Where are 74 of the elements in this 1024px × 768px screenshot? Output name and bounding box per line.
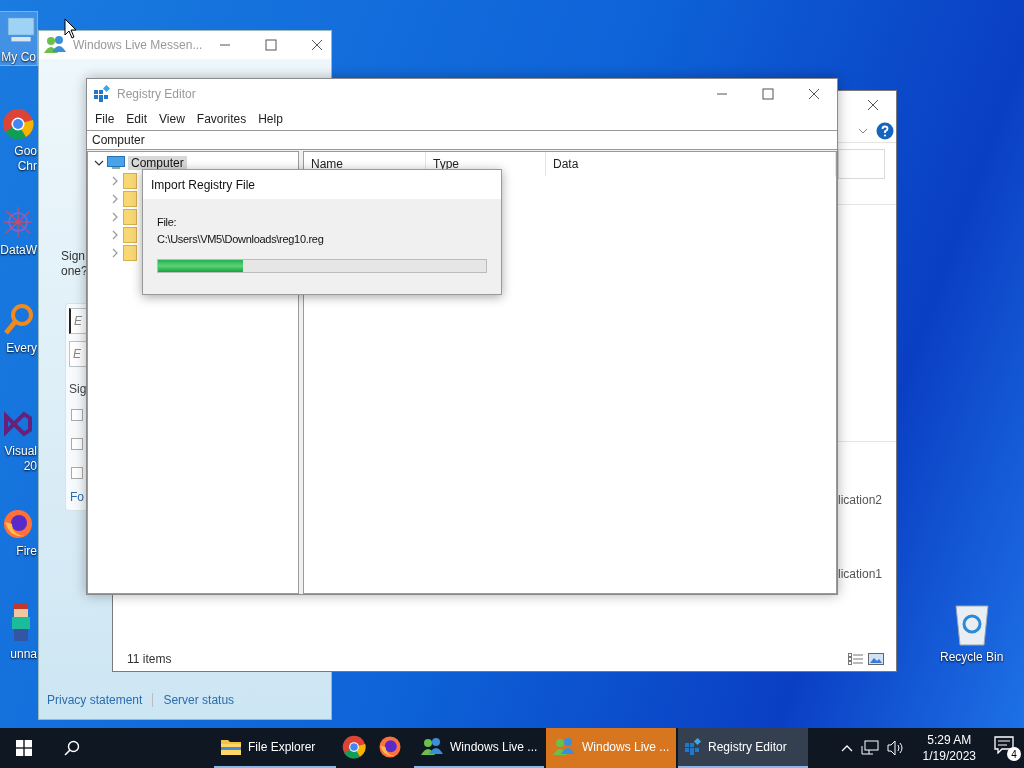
close-icon[interactable] xyxy=(808,88,820,100)
desktop-icon[interactable]: Goo Chr xyxy=(0,108,38,174)
menu-item[interactable]: Edit xyxy=(120,112,154,126)
windows-logo-icon[interactable] xyxy=(16,740,32,756)
network-icon[interactable] xyxy=(860,740,879,756)
checkbox[interactable] xyxy=(71,409,83,421)
folder-icon xyxy=(220,738,242,756)
file-label: File: xyxy=(157,215,178,230)
chevron-up-icon[interactable] xyxy=(840,744,853,752)
column-header[interactable]: Data xyxy=(546,152,836,176)
checkbox[interactable] xyxy=(71,467,83,479)
desktop-icon[interactable]: Visual 20 xyxy=(0,408,38,474)
registry-icon xyxy=(93,85,111,103)
item-count: 11 items xyxy=(127,652,172,666)
recycle-bin-icon[interactable] xyxy=(953,602,992,646)
computer-icon xyxy=(107,156,125,170)
network-icon xyxy=(2,205,34,239)
menu-item[interactable]: Favorites xyxy=(190,112,253,126)
maximize-icon[interactable] xyxy=(762,88,774,100)
desktop-icon[interactable]: Every xyxy=(0,303,38,356)
search-field[interactable] xyxy=(838,149,885,179)
icon-label: unna xyxy=(10,647,38,662)
desktop-icon[interactable]: DataW xyxy=(0,205,38,258)
search-icon[interactable] xyxy=(64,740,80,756)
maximize-icon[interactable] xyxy=(265,39,278,51)
icon-label: My Co xyxy=(0,50,37,65)
taskbar-button[interactable]: Registry Editor xyxy=(678,728,808,768)
dialog-title: Import Registry File xyxy=(151,177,256,192)
file-name[interactable]: lication2 xyxy=(838,493,896,507)
file-name[interactable]: lication1 xyxy=(838,567,896,581)
firefox-icon xyxy=(2,508,34,540)
details-view-icon[interactable] xyxy=(848,653,864,665)
registry-icon xyxy=(684,738,702,756)
window-title: Windows Live Messen... xyxy=(73,38,203,52)
computer-icon xyxy=(6,16,36,44)
privacy-link[interactable]: Privacy statement xyxy=(47,693,143,707)
menu-item[interactable]: Help xyxy=(252,112,289,126)
input-field[interactable]: E xyxy=(69,341,86,367)
magnifier-icon xyxy=(2,303,34,337)
sign-in-prompt: Sign one? xyxy=(61,249,88,279)
buddies-icon xyxy=(43,35,67,55)
chrome-icon xyxy=(342,735,366,759)
menu-item[interactable]: View xyxy=(153,112,191,126)
menu-item[interactable]: File xyxy=(89,112,121,126)
chrome-icon xyxy=(2,108,34,140)
clock[interactable]: 5:29 AM 1/19/2023 xyxy=(922,732,976,764)
server-status-link[interactable]: Server status xyxy=(163,693,235,707)
input-field[interactable]: E xyxy=(69,308,86,334)
icon-label: Every xyxy=(6,341,38,356)
tree-item[interactable]: Computer xyxy=(128,156,187,170)
close-icon[interactable] xyxy=(311,39,324,51)
firefox-icon xyxy=(378,735,402,759)
icon-label: Recycle Bin xyxy=(940,650,1005,665)
checkbox[interactable] xyxy=(71,438,83,450)
close-icon[interactable] xyxy=(867,99,879,111)
window-title: Registry Editor xyxy=(117,87,196,101)
file-path: C:\Users\VM5\Downloads\reg10.reg xyxy=(157,232,325,247)
address-bar[interactable]: Computer xyxy=(87,130,837,150)
taskbar-button[interactable]: Windows Live ... xyxy=(414,728,544,768)
buddies-icon xyxy=(552,737,576,757)
status-label: Sig xyxy=(69,382,87,396)
icon-label: Fire xyxy=(16,544,38,559)
icon-label: Visual 20 xyxy=(4,444,38,474)
chevron-icon[interactable] xyxy=(858,127,868,134)
help-icon[interactable] xyxy=(876,121,894,140)
large-icons-view-icon[interactable] xyxy=(868,653,884,665)
icon-label: Goo Chr xyxy=(14,144,38,174)
icon-label: DataW xyxy=(0,243,38,258)
desktop-icon[interactable]: unna xyxy=(0,603,38,662)
link[interactable]: Fo xyxy=(70,490,84,504)
buddies-icon xyxy=(420,737,444,757)
speaker-icon[interactable] xyxy=(886,740,905,756)
desktop-icon[interactable]: Fire xyxy=(0,508,38,559)
taskbar-button[interactable]: File Explorer xyxy=(214,728,336,768)
